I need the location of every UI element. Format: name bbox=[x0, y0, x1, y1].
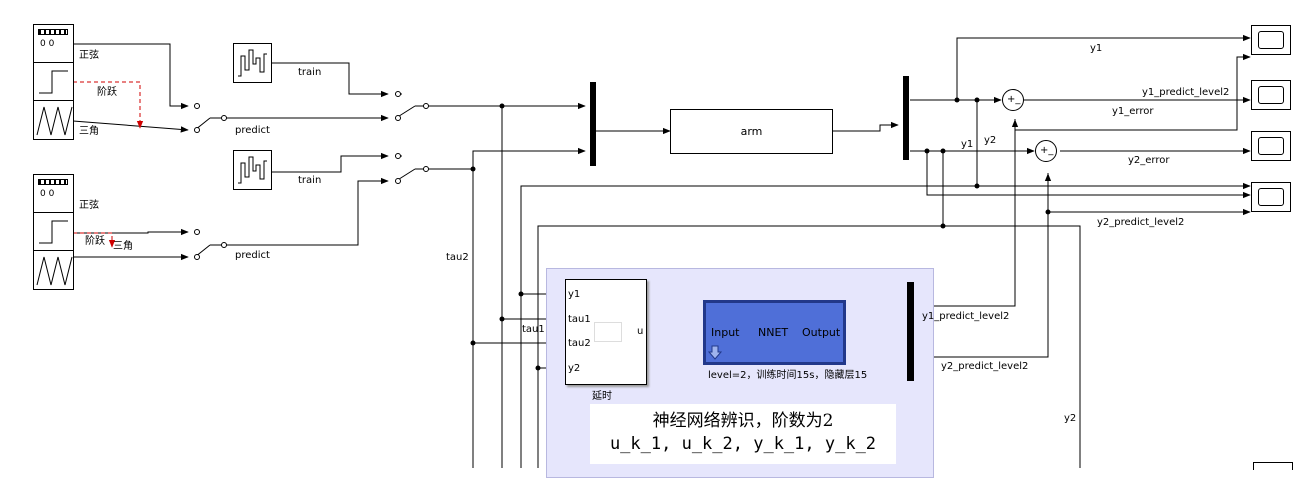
signal-source-group-2[interactable]: 0 0 bbox=[33, 174, 74, 290]
scope-block-4[interactable] bbox=[1251, 182, 1291, 212]
sum-block-y1[interactable]: +_ bbox=[1002, 89, 1024, 111]
label-y2-error: y2_error bbox=[1128, 155, 1170, 166]
port-y2: y2 bbox=[568, 363, 581, 374]
label-y1-b: y1 bbox=[961, 139, 974, 150]
nnet-output-label: Output bbox=[802, 326, 841, 339]
annotation-box: 神经网络辨识，阶数为2 u_k_1, u_k_2, y_k_1, y_k_2 bbox=[590, 404, 896, 464]
label-y1-predict-level2: y1_predict_level2 bbox=[1142, 87, 1230, 98]
nnet-block[interactable]: Input NNET Output bbox=[703, 300, 846, 365]
output-mux-block[interactable] bbox=[907, 282, 914, 381]
arm-block[interactable]: arm bbox=[670, 109, 833, 154]
random-signal-icon bbox=[238, 156, 267, 184]
scope-icon bbox=[1258, 86, 1284, 104]
digital-clock-icon: 0 0 bbox=[34, 25, 73, 63]
annotation-line-1: 神经网络辨识，阶数为2 bbox=[652, 411, 834, 431]
label-step-1: 阶跃 bbox=[97, 87, 117, 98]
annotation-line-2: u_k_1, u_k_2, y_k_1, y_k_2 bbox=[609, 434, 877, 454]
nnet-input-label: Input bbox=[711, 326, 740, 339]
sum-signs: +_ bbox=[1040, 145, 1054, 156]
label-triangle-2: 三角 bbox=[113, 241, 133, 252]
label-train-2: train bbox=[298, 175, 322, 186]
train-signal-block-2[interactable] bbox=[233, 150, 272, 190]
label-train-1: train bbox=[298, 67, 322, 78]
nnet-caption: level=2，训练时间15s，隐藏层15 bbox=[708, 370, 868, 381]
scope-block-1[interactable] bbox=[1251, 25, 1291, 55]
digits: 0 0 bbox=[40, 39, 55, 49]
label-triangle-1: 三角 bbox=[79, 126, 99, 137]
step-icon bbox=[34, 63, 73, 101]
sum-block-y2[interactable]: +_ bbox=[1035, 140, 1057, 162]
label-y1: y1 bbox=[1090, 43, 1103, 54]
triangle-wave-icon bbox=[34, 101, 73, 139]
train-signal-block-1[interactable] bbox=[233, 43, 272, 83]
scope-icon bbox=[1258, 188, 1284, 206]
scope-icon bbox=[1258, 31, 1284, 49]
demux-block[interactable] bbox=[903, 76, 909, 160]
label-y2-predict-level2: y2_predict_level2 bbox=[1097, 217, 1185, 228]
arm-label: arm bbox=[740, 125, 763, 138]
nnet-name-label: NNET bbox=[758, 326, 789, 339]
port-u: u bbox=[637, 326, 644, 337]
digits: 0 0 bbox=[40, 189, 55, 199]
label-sine-2: 正弦 bbox=[79, 200, 99, 211]
scope-block-2[interactable] bbox=[1251, 80, 1291, 110]
label-sine-1: 正弦 bbox=[79, 50, 99, 61]
label-predict-2: predict bbox=[235, 250, 270, 261]
scope-block-3[interactable] bbox=[1251, 131, 1291, 161]
mux-block[interactable] bbox=[590, 82, 596, 166]
port-tau1: tau1 bbox=[568, 314, 591, 325]
simulink-diagram-canvas: 0 0 正弦 阶跃 三角 0 0 正弦 阶跃 三角 train predict … bbox=[0, 0, 1299, 478]
label-y2-predict-level2-b: y2_predict_level2 bbox=[941, 361, 1029, 372]
label-y2-b: y2 bbox=[984, 135, 997, 146]
triangle-wave-icon bbox=[34, 251, 73, 289]
random-signal-icon bbox=[238, 49, 267, 77]
delay-block[interactable]: y1 tau1 tau2 y2 u bbox=[565, 279, 647, 385]
signal-source-group-1[interactable]: 0 0 bbox=[33, 24, 74, 140]
delay-caption: 延时 bbox=[592, 391, 612, 402]
download-arrow-icon bbox=[708, 345, 722, 360]
port-y1: y1 bbox=[568, 289, 581, 300]
port-tau2: tau2 bbox=[568, 338, 591, 349]
digital-clock-icon: 0 0 bbox=[34, 175, 73, 213]
partial-scope-block[interactable] bbox=[1253, 462, 1293, 470]
label-tau2: tau2 bbox=[446, 252, 469, 263]
scope-icon bbox=[1258, 137, 1284, 155]
label-y1-error: y1_error bbox=[1112, 106, 1154, 117]
delay-icon bbox=[594, 322, 622, 342]
label-y1-predict-level2-b: y1_predict_level2 bbox=[922, 311, 1010, 322]
label-tau1: tau1 bbox=[522, 324, 545, 335]
label-step-2: 阶跃 bbox=[85, 236, 105, 247]
step-icon bbox=[34, 213, 73, 251]
label-predict-1: predict bbox=[235, 125, 270, 136]
sum-signs: +_ bbox=[1007, 94, 1021, 105]
label-y2-c: y2 bbox=[1064, 413, 1077, 424]
